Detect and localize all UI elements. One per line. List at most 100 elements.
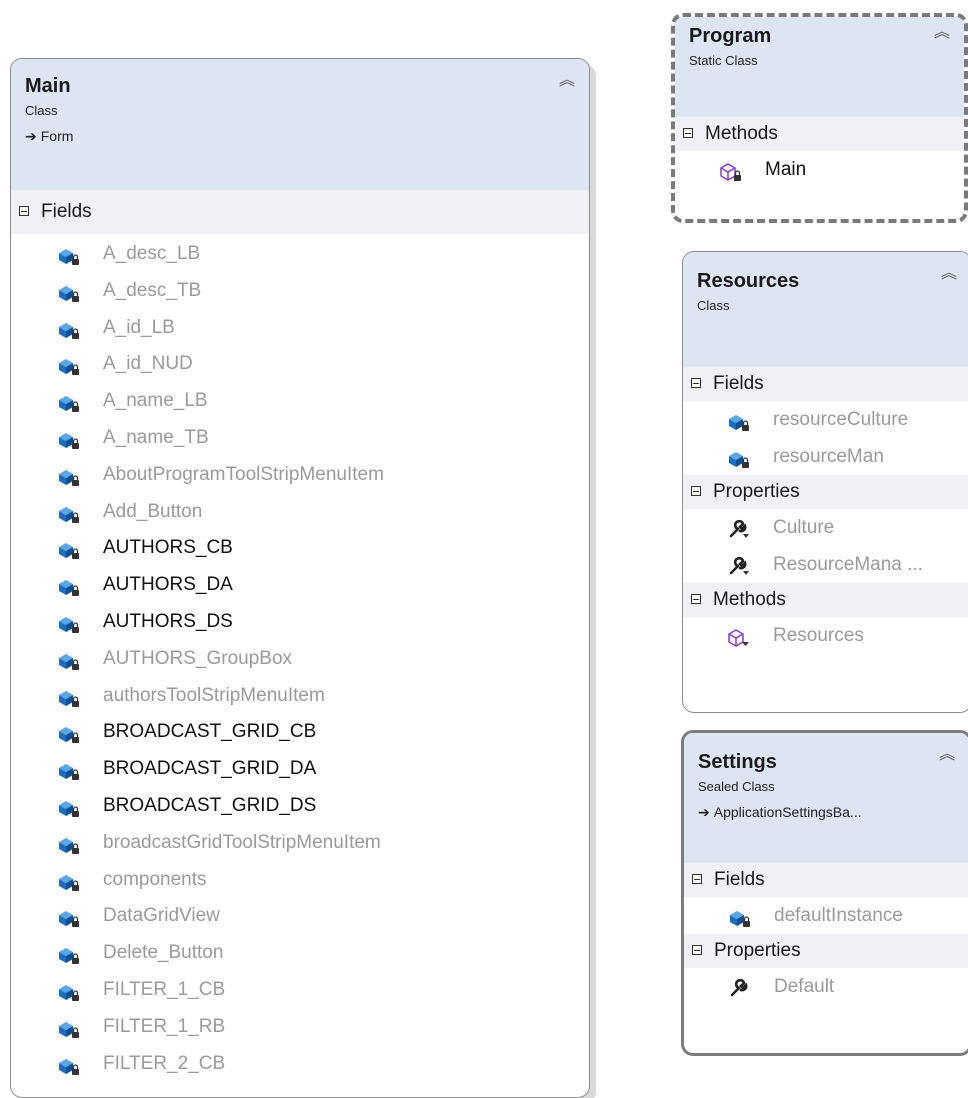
- section-label: Methods: [713, 589, 786, 610]
- collapse-section-icon[interactable]: [691, 486, 701, 496]
- field-icon: [57, 870, 83, 892]
- class-header[interactable]: Program Static Class ︽: [675, 17, 964, 117]
- member-row[interactable]: A_name_TB: [11, 420, 589, 457]
- collapse-section-icon[interactable]: [692, 945, 702, 955]
- member-name: DataGridView: [103, 905, 220, 927]
- member-name: Culture: [773, 517, 835, 538]
- member-row[interactable]: Resources: [683, 617, 968, 654]
- member-row[interactable]: FILTER_2_CB: [11, 1046, 589, 1083]
- member-row[interactable]: resourceCulture: [683, 401, 968, 438]
- class-header[interactable]: Main Class ➔ Form ︽: [11, 59, 589, 190]
- field-icon: [57, 686, 83, 708]
- field-icon: [727, 409, 753, 431]
- class-shape-resources[interactable]: Resources Class ︽ Fields resourceCulture r…: [682, 251, 968, 713]
- member-row[interactable]: A_desc_TB: [11, 273, 589, 310]
- field-icon: [728, 905, 754, 927]
- double-chevron-up-icon[interactable]: ︽: [941, 264, 957, 284]
- field-icon: [57, 943, 83, 965]
- field-icon: [57, 502, 83, 524]
- class-base: ➔ ApplicationSettingsBa...: [698, 801, 955, 823]
- member-row[interactable]: Main: [675, 151, 964, 188]
- member-row[interactable]: FILTER_1_CB: [11, 972, 589, 1009]
- class-header[interactable]: Settings Sealed Class ➔ ApplicationSettin…: [684, 733, 968, 863]
- method-icon: [719, 159, 745, 181]
- member-row[interactable]: AUTHORS_DS: [11, 604, 589, 641]
- member-row[interactable]: A_id_NUD: [11, 346, 589, 383]
- section-header-fields[interactable]: Fields: [683, 367, 968, 401]
- member-row[interactable]: AboutProgramToolStripMenuItem: [11, 457, 589, 494]
- class-shape-settings[interactable]: Settings Sealed Class ➔ ApplicationSettin…: [681, 730, 968, 1056]
- field-icon: [57, 759, 83, 781]
- collapse-section-icon[interactable]: [683, 128, 693, 138]
- class-header[interactable]: Resources Class ︽: [683, 252, 968, 367]
- member-row[interactable]: A_desc_LB: [11, 236, 589, 273]
- section-header-methods[interactable]: Methods: [683, 583, 968, 617]
- arrow-right-icon: ➔: [25, 128, 37, 144]
- section-label: Methods: [705, 123, 778, 144]
- field-icon: [57, 391, 83, 413]
- class-shape-program[interactable]: Program Static Class ︽ Methods Main: [671, 13, 968, 223]
- double-chevron-up-icon[interactable]: ︽: [934, 23, 950, 43]
- member-row[interactable]: BROADCAST_GRID_CB: [11, 714, 589, 751]
- double-chevron-up-icon[interactable]: ︽: [559, 71, 575, 91]
- collapse-section-icon[interactable]: [19, 206, 29, 216]
- member-name: A_name_TB: [103, 426, 209, 448]
- member-row[interactable]: authorsToolStripMenuItem: [11, 678, 589, 715]
- wrench-icon: [727, 554, 753, 576]
- class-title: Settings: [698, 751, 777, 773]
- member-row[interactable]: Default: [684, 968, 968, 1005]
- class-body: Fields defaultInstance Properties Default: [684, 863, 968, 1005]
- member-row[interactable]: BROADCAST_GRID_DA: [11, 751, 589, 788]
- member-row[interactable]: ResourceMana ...: [683, 546, 968, 583]
- member-name: components: [103, 868, 207, 890]
- member-row[interactable]: Delete_Button: [11, 935, 589, 972]
- member-row[interactable]: DataGridView: [11, 898, 589, 935]
- member-name: defaultInstance: [774, 905, 903, 926]
- field-icon: [57, 538, 83, 560]
- member-name: BROADCAST_GRID_DA: [103, 758, 317, 780]
- member-row[interactable]: BROADCAST_GRID_DS: [11, 788, 589, 825]
- field-icon: [57, 428, 83, 450]
- member-row[interactable]: Add_Button: [11, 494, 589, 531]
- class-title: Resources: [697, 270, 800, 292]
- collapse-section-icon[interactable]: [691, 378, 701, 388]
- member-row[interactable]: AUTHORS_DA: [11, 567, 589, 604]
- field-icon: [57, 1017, 83, 1039]
- section-label: Properties: [714, 940, 801, 961]
- member-row[interactable]: resourceMan: [683, 438, 968, 475]
- section-label: Fields: [713, 373, 764, 394]
- section-header-properties[interactable]: Properties: [684, 934, 968, 968]
- field-icon: [727, 446, 753, 468]
- field-icon: [57, 722, 83, 744]
- section-header-methods[interactable]: Methods: [675, 117, 964, 151]
- section-header-fields[interactable]: Fields: [11, 190, 589, 234]
- collapse-section-icon[interactable]: [691, 594, 701, 604]
- field-icon: [57, 318, 83, 340]
- class-shape-main[interactable]: Main Class ➔ Form ︽ Fields A_desc_LB A_desc…: [10, 58, 590, 1098]
- field-icon: [57, 612, 83, 634]
- field-icon: [57, 649, 83, 671]
- member-row[interactable]: AUTHORS_CB: [11, 530, 589, 567]
- member-row[interactable]: components: [11, 862, 589, 899]
- member-name: FILTER_1_CB: [103, 978, 226, 1000]
- member-row[interactable]: FILTER_1_RB: [11, 1009, 589, 1046]
- member-name: Add_Button: [103, 500, 203, 522]
- member-row[interactable]: Culture: [683, 509, 968, 546]
- member-row[interactable]: defaultInstance: [684, 897, 968, 934]
- section-header-properties[interactable]: Properties: [683, 475, 968, 509]
- double-chevron-up-icon[interactable]: ︽: [939, 745, 955, 765]
- member-row[interactable]: AUTHORS_GroupBox: [11, 641, 589, 678]
- member-row[interactable]: broadcastGridToolStripMenuItem: [11, 825, 589, 862]
- member-name: BROADCAST_GRID_DS: [103, 794, 317, 816]
- member-name: resourceMan: [773, 446, 884, 467]
- class-stereotype: Class: [25, 103, 58, 118]
- section-label: Properties: [713, 481, 800, 502]
- member-name: authorsToolStripMenuItem: [103, 684, 325, 706]
- member-row[interactable]: A_id_LB: [11, 310, 589, 347]
- member-row[interactable]: A_name_LB: [11, 383, 589, 420]
- member-name: BROADCAST_GRID_CB: [103, 721, 317, 743]
- member-name: FILTER_2_CB: [103, 1052, 226, 1074]
- section-header-fields[interactable]: Fields: [684, 863, 968, 897]
- collapse-section-icon[interactable]: [692, 874, 702, 884]
- member-name: AUTHORS_CB: [103, 537, 233, 559]
